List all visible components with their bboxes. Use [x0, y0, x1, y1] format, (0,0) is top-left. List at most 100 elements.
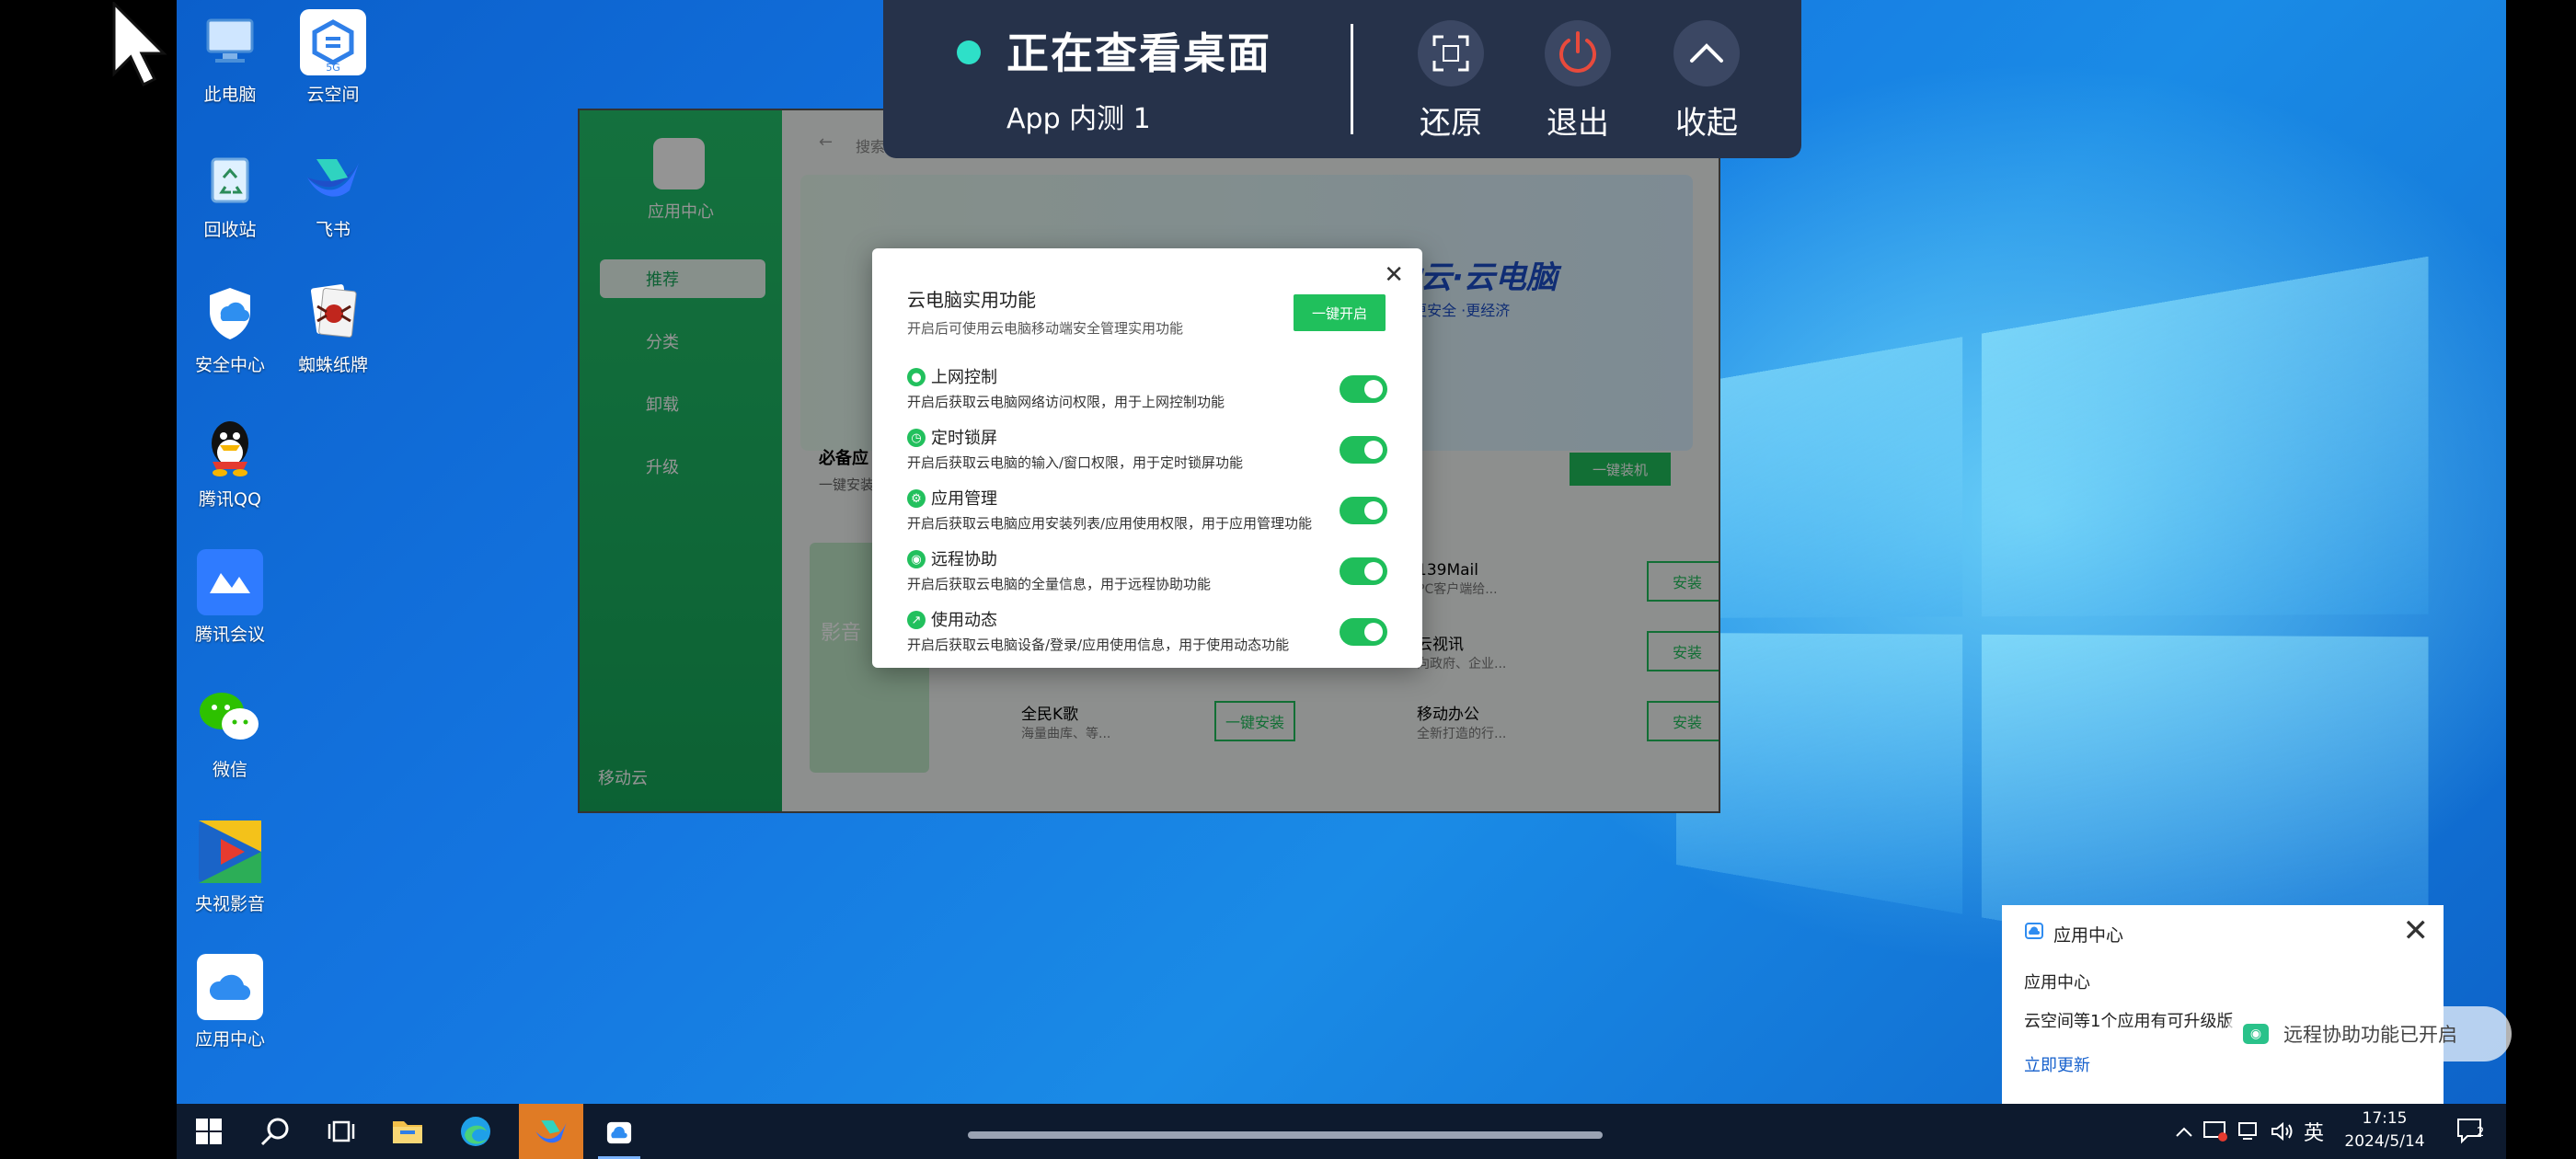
task-view-icon: [328, 1120, 355, 1142]
restore-label: 还原: [1420, 105, 1482, 142]
notification-count: 2: [2477, 1126, 2485, 1140]
update-now-link[interactable]: 立即更新: [2024, 1052, 2090, 1076]
feature-name: 使用动态: [931, 611, 997, 630]
folder-icon: [393, 1121, 422, 1143]
desktop-icon-label: 回收站: [203, 220, 257, 240]
search-icon: [260, 1118, 289, 1146]
app-center-icon: [197, 954, 263, 1020]
feature-toggle[interactable]: [1340, 436, 1387, 464]
eye-icon: ◉: [2243, 1024, 2269, 1044]
restore-icon: [1418, 20, 1484, 86]
app-center-icon: [2024, 920, 2044, 940]
clock-time: 17:15: [2362, 1109, 2408, 1128]
feature-desc: 开启后获取云电脑的全量信息，用于远程协助功能: [907, 576, 1212, 592]
feature-timed-lock: ◷ 定时锁屏 开启后获取云电脑的输入/窗口权限，用于定时锁屏功能: [907, 425, 1387, 476]
control-subtitle: App 内测 1: [1006, 103, 1151, 135]
remote-assist-toast: ◉ 远程协助功能已开启: [2226, 1006, 2512, 1061]
desktop-icon-label: 央视影音: [194, 894, 265, 914]
taskbar: 英 17:15 2024/5/14 2: [177, 1104, 2506, 1159]
remote-tray-icon[interactable]: [2202, 1104, 2228, 1159]
desktop-icon-label: 应用中心: [194, 1029, 265, 1050]
notification-header: 应用中心: [2053, 925, 2124, 946]
features-modal: ✕ 云电脑实用功能 开启后可使用云电脑移动端安全管理实用功能 一键开启 ● 上网…: [872, 248, 1422, 668]
desktop-icon-qq[interactable]: 腾讯QQ: [184, 414, 276, 511]
edge-browser-button[interactable]: [443, 1104, 508, 1159]
desktop-icon-cctv-video[interactable]: 央视影音: [184, 819, 276, 915]
exit-button[interactable]: 退出: [1527, 20, 1628, 143]
feature-name: 远程协助: [931, 550, 997, 569]
feature-remote-assist: ◉ 远程协助 开启后获取云电脑的全量信息，用于远程协助功能: [907, 546, 1387, 598]
desktop-icon-wechat[interactable]: 微信: [184, 684, 276, 781]
desktop-icon-cloud-space[interactable]: 5G 云空间: [287, 9, 379, 106]
network-icon[interactable]: [2237, 1104, 2261, 1159]
divider: [1351, 24, 1353, 134]
taskbar-app-center[interactable]: [587, 1104, 651, 1159]
feature-toggle[interactable]: [1340, 557, 1387, 585]
taskbar-app-feishu[interactable]: [519, 1104, 583, 1159]
close-icon[interactable]: ✕: [2403, 912, 2430, 949]
notification-title: 应用中心: [2024, 973, 2090, 993]
feature-desc: 开启后获取云电脑应用安装列表/应用使用权限，用于应用管理功能: [907, 515, 1313, 532]
task-view-button[interactable]: [309, 1104, 374, 1159]
gear-icon: ⚙: [907, 489, 926, 508]
feature-name: 上网控制: [931, 368, 997, 387]
desktop-icon-label: 蜘蛛纸牌: [297, 355, 368, 375]
desktop-icon-recycle-bin[interactable]: 回收站: [184, 144, 276, 241]
cloud-space-icon: 5G: [300, 9, 366, 75]
desktop-icon-label: 云空间: [306, 85, 360, 105]
desktop-icon-label: 腾讯会议: [194, 625, 265, 645]
desktop-icon-spider-solitaire[interactable]: 蜘蛛纸牌: [287, 280, 379, 376]
lock-icon: ●: [907, 368, 926, 386]
remote-icon: ◉: [907, 550, 926, 568]
desktop-icon-app-center[interactable]: 应用中心: [184, 954, 276, 1050]
chevron-up-icon: [1673, 20, 1740, 86]
collapse-label: 收起: [1675, 105, 1738, 142]
spider-solitaire-icon: [300, 280, 366, 346]
recycle-bin-icon: [197, 144, 263, 211]
mouse-cursor-icon: [112, 0, 167, 90]
modal-subtitle: 开启后可使用云电脑移动端安全管理实用功能: [907, 320, 1184, 337]
search-button[interactable]: [243, 1104, 307, 1159]
desktop-icon-this-pc[interactable]: 此电脑: [184, 9, 276, 106]
one-key-enable-button[interactable]: 一键开启: [1294, 294, 1386, 331]
security-center-icon: [197, 280, 263, 346]
show-hidden-icons[interactable]: [2175, 1104, 2193, 1159]
desktop-icon-label: 腾讯QQ: [199, 489, 261, 510]
gesture-bar[interactable]: [968, 1131, 1603, 1139]
status-dot: [957, 40, 981, 64]
action-center-button[interactable]: 2: [2456, 1104, 2488, 1159]
close-icon[interactable]: ✕: [1384, 261, 1404, 289]
windows-start-icon: [196, 1119, 222, 1144]
feishu-icon: [535, 1120, 567, 1143]
feature-name: 定时锁屏: [931, 429, 997, 448]
control-status: 正在查看桌面: [1006, 29, 1271, 78]
ime-indicator[interactable]: 英: [2304, 1104, 2324, 1159]
feature-desc: 开启后获取云电脑设备/登录/应用使用信息，用于使用动态功能: [907, 637, 1290, 653]
restore-button[interactable]: 还原: [1400, 20, 1501, 143]
collapse-button[interactable]: 收起: [1656, 20, 1757, 143]
feature-toggle[interactable]: [1340, 497, 1387, 524]
desktop-icon-security-center[interactable]: 安全中心: [184, 280, 276, 376]
desktop-icon-tencent-meeting[interactable]: 腾讯会议: [184, 549, 276, 646]
desktop-icon-label: 此电脑: [203, 85, 257, 105]
desktop-icon-label: 微信: [212, 760, 247, 780]
remote-toast-text: 远程协助功能已开启: [2283, 1024, 2457, 1046]
desktop-icon-label: 安全中心: [194, 355, 265, 375]
feature-app-management: ⚙ 应用管理 开启后获取云电脑应用安装列表/应用使用权限，用于应用管理功能: [907, 486, 1387, 537]
desktop-icon-feishu[interactable]: 飞书: [287, 144, 379, 241]
clock-icon: ◷: [907, 429, 926, 447]
start-button[interactable]: [177, 1104, 241, 1159]
file-explorer-button[interactable]: [375, 1104, 440, 1159]
power-icon: [1545, 20, 1611, 86]
feature-toggle[interactable]: [1340, 375, 1387, 403]
feature-toggle[interactable]: [1340, 618, 1387, 646]
tencent-meeting-icon: [197, 549, 263, 615]
volume-icon[interactable]: [2271, 1104, 2294, 1159]
modal-title: 云电脑实用功能: [907, 289, 1036, 311]
system-clock[interactable]: 17:15 2024/5/14: [2329, 1107, 2440, 1153]
wechat-icon: [197, 684, 263, 751]
qq-icon: [197, 414, 263, 480]
feature-desc: 开启后获取云电脑网络访问权限，用于上网控制功能: [907, 394, 1225, 410]
remote-control-bar: 正在查看桌面 App 内测 1 还原 退出 收起: [883, 0, 1801, 158]
edge-icon: [461, 1117, 490, 1146]
